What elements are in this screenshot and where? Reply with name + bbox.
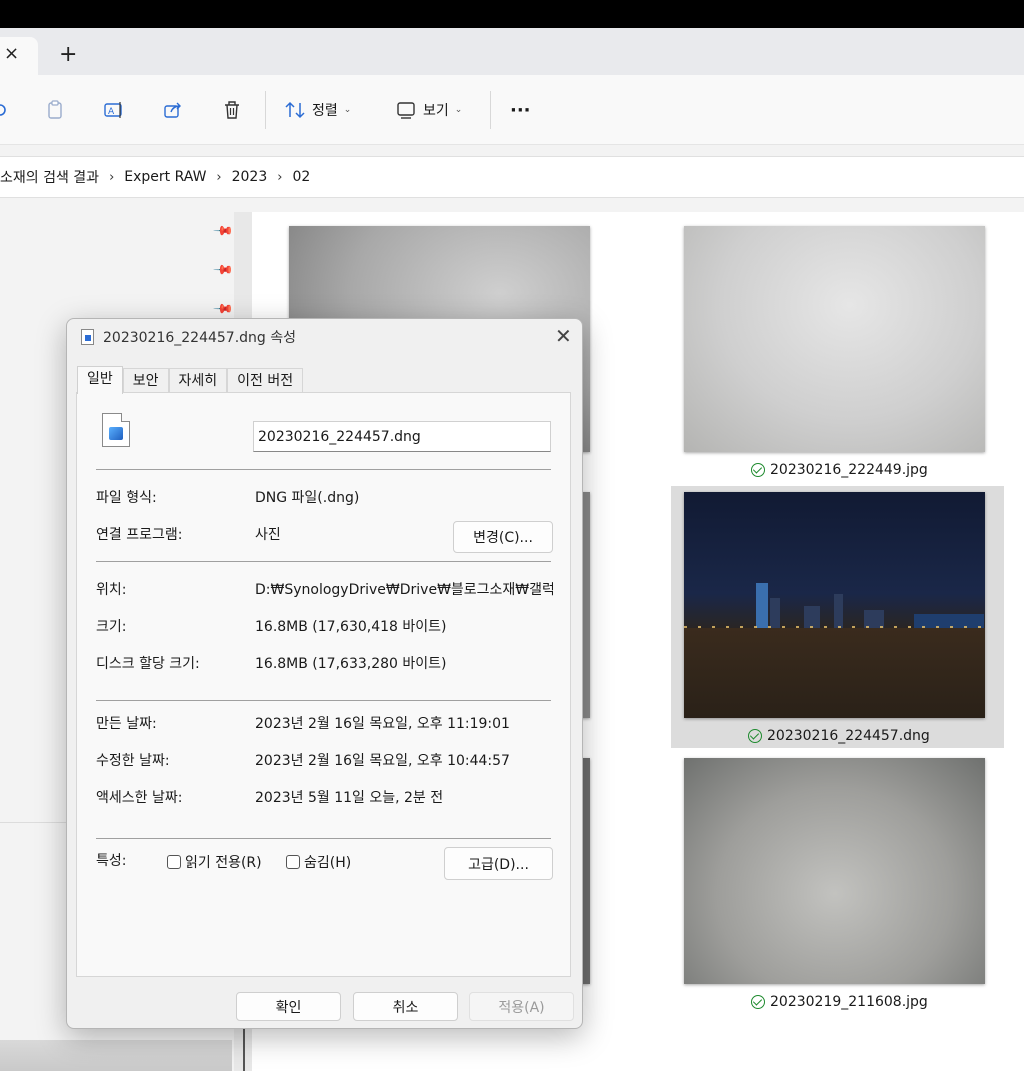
opens-with-label: 연결 프로그램:	[96, 527, 183, 543]
synced-check-icon	[751, 995, 765, 1009]
sort-label: 정렬	[312, 103, 338, 119]
svg-text:A: A	[108, 107, 115, 117]
divider	[96, 838, 551, 839]
new-tab-button[interactable]: +	[59, 42, 77, 67]
cancel-button[interactable]: 취소	[353, 992, 458, 1021]
breadcrumb[interactable]: 소재의 검색 결과 › Expert RAW › 2023 › 02	[0, 156, 1024, 198]
apply-button[interactable]: 적용(A)	[469, 992, 574, 1021]
modified-label: 수정한 날짜:	[96, 753, 170, 769]
checkbox-box[interactable]	[167, 855, 181, 869]
file-name: 20230219_211608.jpg	[770, 994, 928, 1010]
view-icon	[397, 102, 415, 119]
attributes-label: 특성:	[96, 853, 127, 869]
image-file-icon	[102, 413, 130, 447]
file-thumbnail[interactable]	[684, 492, 985, 718]
hidden-label: 숨김(H)	[304, 855, 352, 871]
readonly-label: 읽기 전용(R)	[185, 855, 262, 871]
file-type-value: DNG 파일(.dng)	[255, 490, 360, 506]
file-caption[interactable]: 20230219_211608.jpg	[751, 994, 928, 1010]
explorer-tab[interactable]: ×	[0, 37, 38, 75]
chevron-down-icon: ⌄	[454, 105, 463, 115]
toolbar-separator	[490, 91, 491, 129]
sort-icon	[285, 101, 305, 119]
tab-details[interactable]: 자세히	[168, 368, 228, 394]
screen-top-bar	[0, 0, 1024, 28]
hidden-checkbox[interactable]: 숨김(H)	[286, 852, 351, 872]
breadcrumb-item[interactable]: 02	[292, 169, 310, 185]
accessed-value: 2023년 5월 11일 오늘, 2분 전	[255, 790, 444, 806]
properties-dialog: 20230216_224457.dng 속성 ✕ 일반 보안 자세히 이전 버전…	[66, 318, 583, 1029]
divider	[96, 561, 551, 562]
tab-security[interactable]: 보안	[122, 368, 169, 394]
chevron-right-icon[interactable]: ›	[109, 170, 114, 185]
delete-icon[interactable]	[221, 97, 243, 123]
dialog-tabs: 일반 보안 자세히 이전 버전	[77, 366, 304, 394]
synced-check-icon	[748, 729, 762, 743]
navigation-item[interactable]	[0, 1040, 232, 1071]
rename-icon[interactable]: A	[103, 97, 125, 123]
created-value: 2023년 2월 16일 목요일, 오후 11:19:01	[255, 716, 510, 732]
divider	[96, 700, 551, 701]
file-name: 20230216_224457.dng	[767, 728, 930, 744]
change-button[interactable]: 변경(C)...	[453, 521, 553, 553]
size-label: 크기:	[96, 619, 127, 635]
file-caption[interactable]: 20230216_222449.jpg	[751, 462, 928, 478]
modified-value: 2023년 2월 16일 목요일, 오후 10:44:57	[255, 753, 510, 769]
chevron-right-icon[interactable]: ›	[216, 170, 221, 185]
file-thumbnail[interactable]	[684, 758, 985, 984]
pin-icon[interactable]: 📌	[212, 220, 234, 242]
breadcrumb-item[interactable]: Expert RAW	[124, 169, 206, 185]
disk-size-label: 디스크 할당 크기:	[96, 656, 200, 672]
general-panel: 파일 형식: DNG 파일(.dng) 연결 프로그램: 사진 변경(C)...…	[76, 392, 571, 977]
city-skyline	[684, 578, 985, 628]
file-thumbnail[interactable]	[684, 226, 985, 452]
paste-icon[interactable]	[44, 97, 66, 123]
ok-button[interactable]: 확인	[236, 992, 341, 1021]
checkbox-box[interactable]	[286, 855, 300, 869]
size-value: 16.8MB (17,630,418 바이트)	[255, 619, 447, 635]
location-label: 위치:	[96, 582, 127, 598]
breadcrumb-item[interactable]: 소재의 검색 결과	[0, 167, 99, 187]
opens-with-value: 사진	[255, 527, 281, 543]
view-button[interactable]: 보기 ⌄	[395, 97, 462, 123]
divider	[96, 469, 551, 470]
sort-button[interactable]: 정렬 ⌄	[284, 97, 351, 123]
tab-close-icon[interactable]: ×	[4, 43, 19, 64]
share-icon[interactable]	[162, 97, 184, 123]
file-icon	[81, 329, 94, 345]
created-label: 만든 날짜:	[96, 716, 157, 732]
ground	[684, 628, 985, 718]
synced-check-icon	[751, 463, 765, 477]
chevron-right-icon[interactable]: ›	[277, 170, 282, 185]
file-name-input[interactable]	[253, 421, 551, 452]
file-type-label: 파일 형식:	[96, 490, 157, 506]
close-icon[interactable]: ✕	[555, 324, 572, 348]
pin-icon[interactable]: 📌	[212, 259, 234, 281]
disk-size-value: 16.8MB (17,633,280 바이트)	[255, 656, 447, 672]
file-caption[interactable]: 20230216_224457.dng	[748, 728, 930, 744]
more-options-button[interactable]: ···	[510, 97, 531, 123]
breadcrumb-item[interactable]: 2023	[232, 169, 268, 185]
readonly-checkbox[interactable]: 읽기 전용(R)	[167, 852, 262, 872]
command-bar: A 정렬 ⌄ 보기 ⌄ ···	[0, 75, 1024, 145]
tab-strip: × +	[0, 28, 1024, 75]
chevron-down-icon: ⌄	[343, 105, 352, 115]
copy-icon[interactable]	[0, 97, 16, 123]
view-label: 보기	[423, 103, 449, 119]
location-value: D:₩SynologyDrive₩Drive₩블로그소재₩갤럭시	[255, 582, 553, 598]
advanced-button[interactable]: 고급(D)...	[444, 847, 553, 880]
file-name: 20230216_222449.jpg	[770, 462, 928, 478]
tab-previous-versions[interactable]: 이전 버전	[227, 368, 304, 394]
tab-general[interactable]: 일반	[77, 366, 123, 394]
accessed-label: 액세스한 날짜:	[96, 790, 183, 806]
dialog-title: 20230216_224457.dng 속성	[103, 330, 297, 346]
toolbar-separator	[265, 91, 266, 129]
